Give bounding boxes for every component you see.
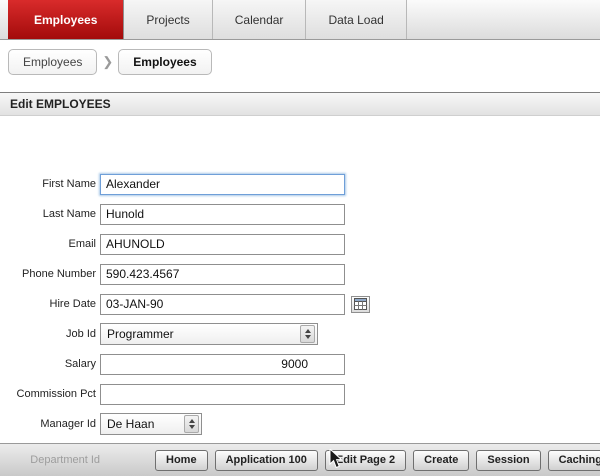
- create-button[interactable]: Create: [413, 450, 469, 471]
- salary-input[interactable]: [100, 354, 345, 375]
- department-id-label: Department Id: [8, 454, 100, 466]
- first-name-input[interactable]: [100, 174, 345, 195]
- form-row-last-name: Last Name: [0, 203, 600, 225]
- salary-label: Salary: [0, 358, 100, 370]
- tab-employees[interactable]: Employees: [8, 0, 124, 39]
- form-row-salary: Salary: [0, 353, 600, 375]
- breadcrumb: Employees ❯ Employees: [0, 40, 600, 92]
- commission-pct-label: Commission Pct: [0, 388, 100, 400]
- application-100-button[interactable]: Application 100: [215, 450, 318, 471]
- tab-projects[interactable]: Projects: [124, 0, 212, 39]
- manager-id-select[interactable]: De Haan: [100, 413, 202, 435]
- breadcrumb-item-current: Employees: [118, 49, 211, 75]
- calendar-picker-button[interactable]: [351, 296, 370, 313]
- form-row-manager-id: Manager Id De Haan: [0, 413, 600, 435]
- form-row-email: Email: [0, 233, 600, 255]
- tab-calendar[interactable]: Calendar: [213, 0, 307, 39]
- select-arrows-icon: [184, 415, 199, 433]
- tab-bar: Employees Projects Calendar Data Load: [0, 0, 600, 40]
- form-row-job-id: Job Id Programmer: [0, 323, 600, 345]
- calendar-icon: [354, 298, 367, 310]
- last-name-input[interactable]: [100, 204, 345, 225]
- phone-number-label: Phone Number: [0, 268, 100, 280]
- manager-id-label: Manager Id: [0, 418, 100, 430]
- hire-date-input[interactable]: [100, 294, 345, 315]
- phone-number-input[interactable]: [100, 264, 345, 285]
- commission-pct-input[interactable]: [100, 384, 345, 405]
- region-title: Edit EMPLOYEES: [0, 92, 600, 116]
- session-button[interactable]: Session: [476, 450, 540, 471]
- app-window: Employees Projects Calendar Data Load Em…: [0, 0, 600, 476]
- home-button[interactable]: Home: [155, 450, 208, 471]
- breadcrumb-item-employees[interactable]: Employees: [8, 49, 97, 75]
- first-name-label: First Name: [0, 178, 100, 190]
- chevron-right-icon: ❯: [102, 54, 113, 70]
- edit-page-2-button[interactable]: Edit Page 2: [325, 450, 406, 471]
- email-label: Email: [0, 238, 100, 250]
- form-row-commission-pct: Commission Pct: [0, 383, 600, 405]
- hire-date-label: Hire Date: [0, 298, 100, 310]
- select-arrows-icon: [300, 325, 315, 343]
- form-row-hire-date: Hire Date: [0, 293, 600, 315]
- form-row-first-name: First Name: [0, 173, 600, 195]
- edit-employees-form: First Name Last Name Email Phone Number …: [0, 116, 600, 435]
- last-name-label: Last Name: [0, 208, 100, 220]
- caching-button[interactable]: Caching: [548, 450, 600, 471]
- manager-id-selected-value: De Haan: [107, 417, 184, 431]
- job-id-selected-value: Programmer: [107, 327, 300, 341]
- form-row-phone-number: Phone Number: [0, 263, 600, 285]
- email-input[interactable]: [100, 234, 345, 255]
- tab-data-load[interactable]: Data Load: [306, 0, 406, 39]
- developer-toolbar: Department Id Home Application 100 Edit …: [0, 443, 600, 476]
- job-id-select[interactable]: Programmer: [100, 323, 318, 345]
- job-id-label: Job Id: [0, 328, 100, 340]
